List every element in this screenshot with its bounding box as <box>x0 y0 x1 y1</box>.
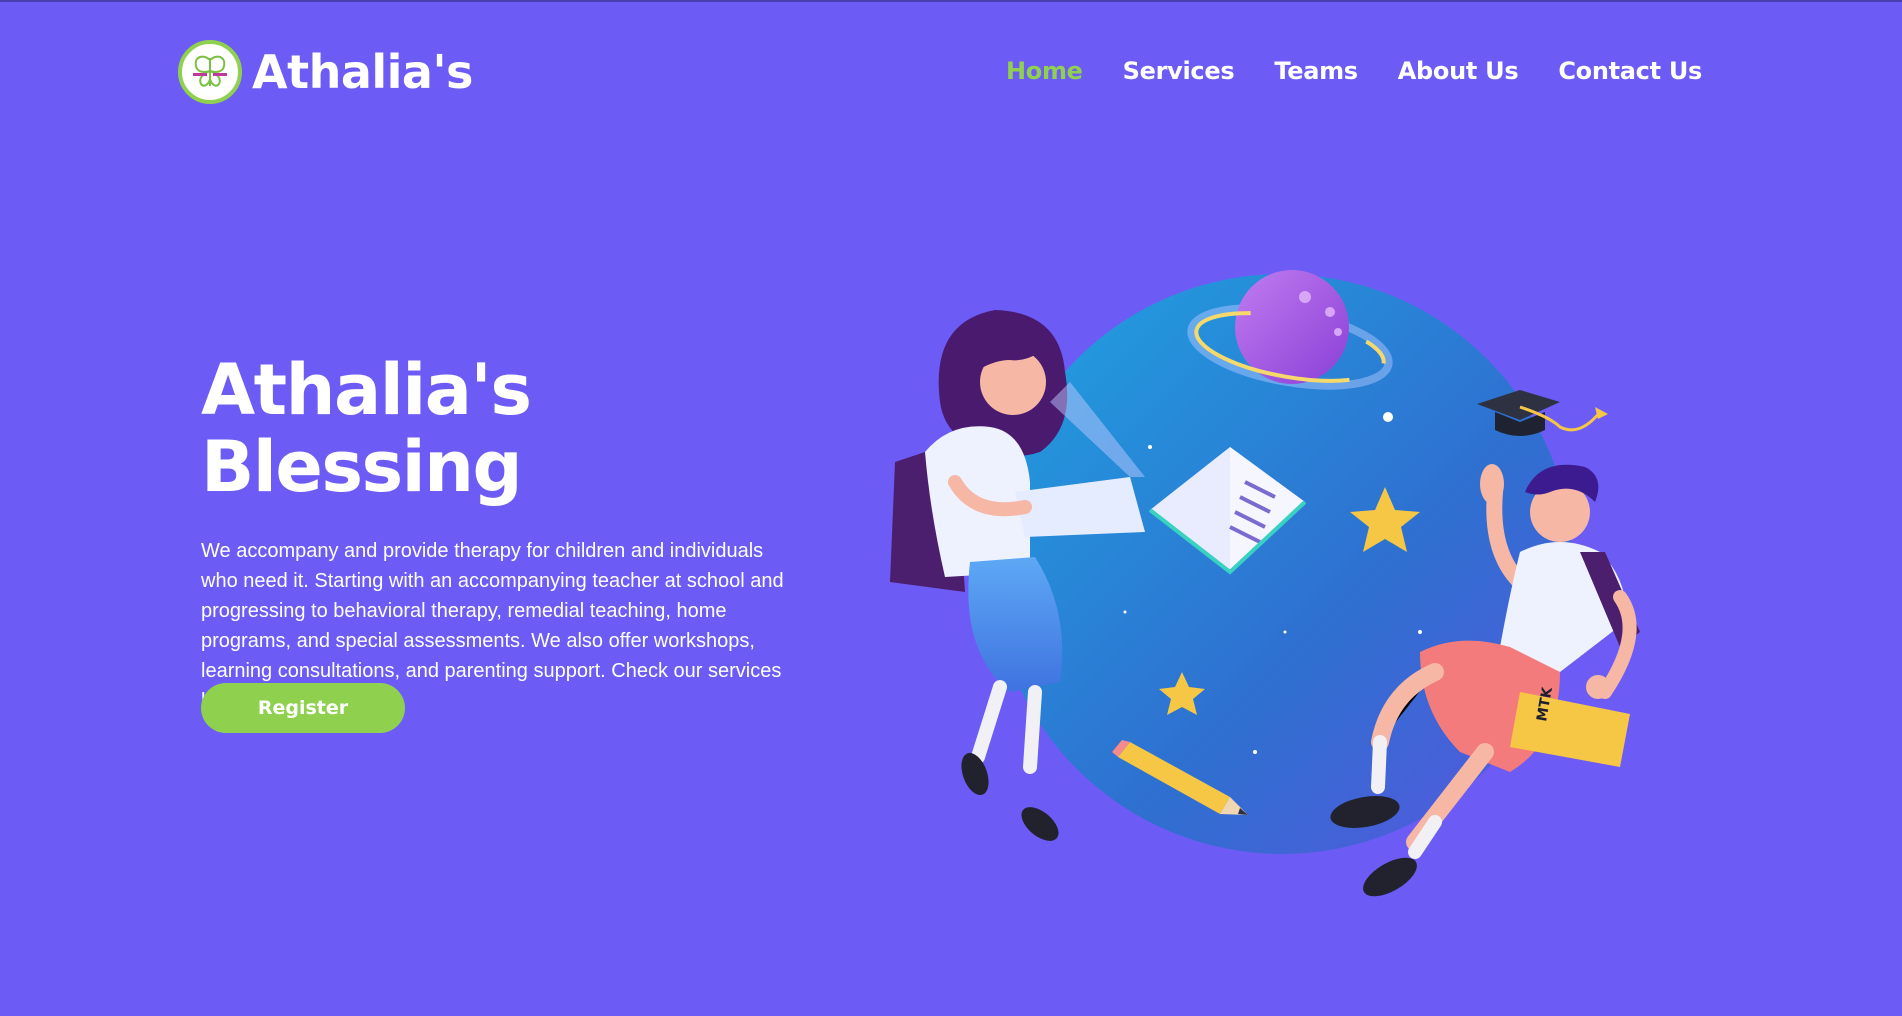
nav-teams[interactable]: Teams <box>1274 57 1358 85</box>
register-button[interactable]: Register <box>201 683 405 733</box>
hero-title: Athalia's Blessing <box>201 349 532 508</box>
site-header: Athalia's Home Services Teams About Us C… <box>0 2 1902 152</box>
brand-name: Athalia's <box>252 45 473 99</box>
nav-about-us[interactable]: About Us <box>1398 57 1519 85</box>
nav-contact-us[interactable]: Contact Us <box>1558 57 1702 85</box>
nav-home[interactable]: Home <box>1006 57 1083 85</box>
butterfly-logo-icon <box>178 40 242 104</box>
main-nav: Home Services Teams About Us Contact Us <box>1006 57 1702 85</box>
page: Athalia's Home Services Teams About Us C… <box>0 0 1902 1016</box>
hero-section: Athalia's Blessing We accompany and prov… <box>201 352 811 716</box>
logo[interactable]: Athalia's <box>178 40 473 104</box>
hero-illustration: MTK <box>890 270 1640 897</box>
nav-services[interactable]: Services <box>1123 57 1235 85</box>
